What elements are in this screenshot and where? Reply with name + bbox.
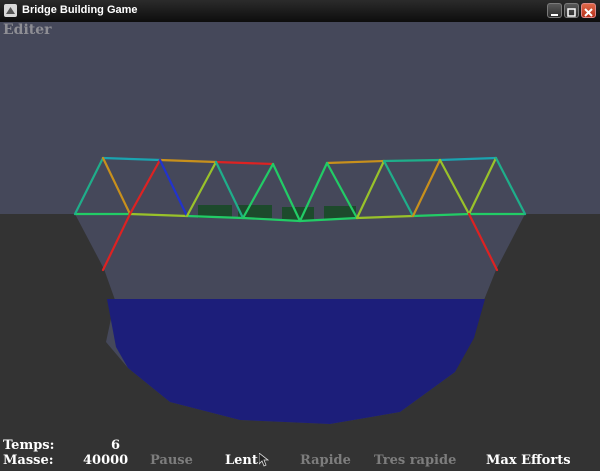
very-fast-speed-button[interactable]: Tres rapide [374,453,456,468]
mass-label: Masse: [3,453,54,468]
mass-value: 40000 [83,453,129,468]
fast-speed-button[interactable]: Rapide [300,453,351,468]
pause-button[interactable]: Pause [150,453,193,468]
game-window: Bridge Building Game Editer Temps: 6 Mas… [0,0,600,471]
close-button[interactable] [581,3,596,18]
maximize-button[interactable] [564,3,579,18]
mouse-cursor-icon [259,453,269,467]
edit-mode-label[interactable]: Editer [3,22,52,38]
minimize-icon [551,14,558,16]
window-title: Bridge Building Game [22,4,138,16]
game-viewport[interactable]: Editer Temps: 6 Masse: 40000 Pause Lent … [0,22,600,471]
slow-speed-button[interactable]: Lent [225,453,258,468]
window-app-icon [4,4,17,17]
truss-beam[interactable] [382,158,442,163]
maximize-icon [567,8,576,17]
title-bar[interactable]: Bridge Building Game [0,0,600,22]
time-value: 6 [111,438,121,453]
minimize-button[interactable] [547,3,562,18]
max-stress-button[interactable]: Max Efforts [486,453,571,468]
scene-canvas [0,22,600,471]
time-label: Temps: [3,438,55,453]
close-icon [584,8,593,17]
